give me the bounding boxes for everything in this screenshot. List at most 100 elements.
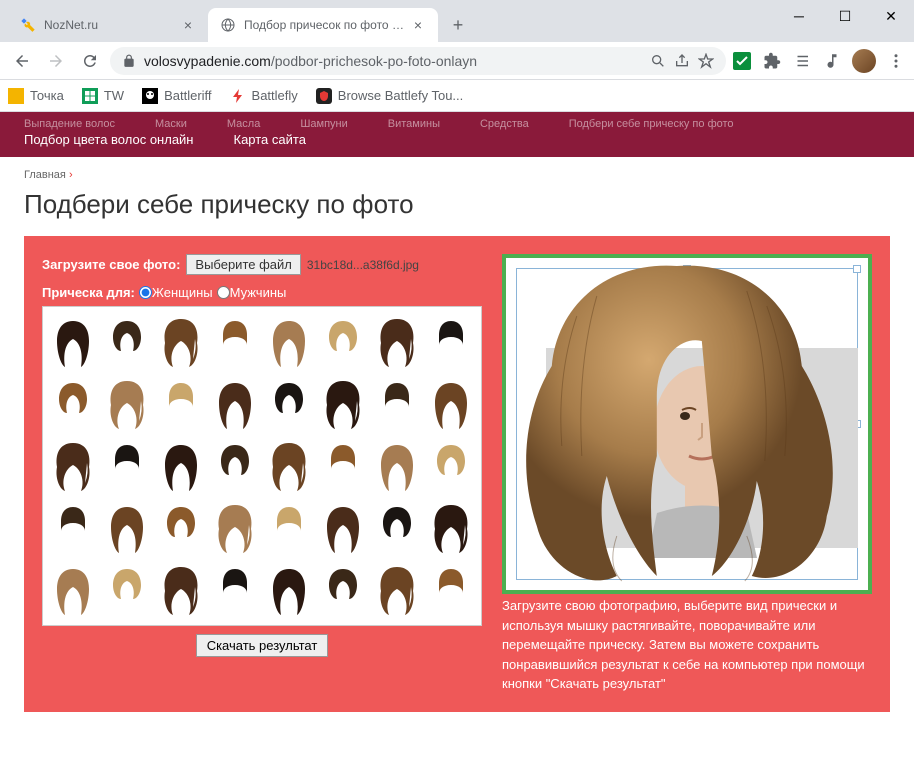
hairstyle-thumb[interactable] xyxy=(373,437,421,495)
menu-icon[interactable] xyxy=(886,51,906,71)
page-content: Выпадение волос Маски Масла Шампуни Вита… xyxy=(0,112,914,774)
hairstyle-thumb[interactable] xyxy=(49,499,97,557)
minimize-button[interactable]: ─ xyxy=(776,0,822,32)
hairstyle-thumb[interactable] xyxy=(103,623,151,626)
music-icon[interactable] xyxy=(822,51,842,71)
hairstyle-thumb[interactable] xyxy=(49,437,97,495)
hairstyle-thumb[interactable] xyxy=(265,313,313,371)
hairstyle-thumb[interactable] xyxy=(211,375,259,433)
hairstyle-thumb[interactable] xyxy=(157,437,205,495)
radio-male[interactable]: Мужчины xyxy=(217,285,287,300)
nav-item[interactable]: Подбор цвета волос онлайн xyxy=(24,132,194,147)
hairstyle-thumb[interactable] xyxy=(157,375,205,433)
new-tab-button[interactable]: + xyxy=(444,11,472,39)
puzzle-icon[interactable] xyxy=(762,51,782,71)
close-button[interactable]: ✕ xyxy=(868,0,914,32)
hairstyle-thumb[interactable] xyxy=(265,375,313,433)
hairstyle-thumb[interactable] xyxy=(265,623,313,626)
bookmark-battlefy-tour[interactable]: Browse Battlefy Tou... xyxy=(316,88,464,104)
site-nav: Выпадение волос Маски Масла Шампуни Вита… xyxy=(0,112,914,157)
hairstyle-thumb[interactable] xyxy=(319,375,367,433)
hairstyle-thumb[interactable] xyxy=(373,499,421,557)
bookmark-battleriff[interactable]: Battleriff xyxy=(142,88,211,104)
profile-avatar[interactable] xyxy=(852,49,876,73)
forward-button[interactable] xyxy=(42,47,70,75)
hairstyle-thumb[interactable] xyxy=(103,313,151,371)
lock-icon xyxy=(122,54,136,68)
hair-overlay[interactable] xyxy=(507,256,847,594)
hairstyle-thumb[interactable] xyxy=(157,313,205,371)
hairstyle-thumb[interactable] xyxy=(265,561,313,619)
hairstyle-thumb[interactable] xyxy=(373,623,421,626)
hairstyle-thumb[interactable] xyxy=(49,375,97,433)
url-input[interactable]: volosvypadenie.com/podbor-prichesok-po-f… xyxy=(110,47,726,75)
hairstyle-thumb[interactable] xyxy=(103,375,151,433)
hairstyle-thumb[interactable] xyxy=(211,313,259,371)
maximize-button[interactable]: ☐ xyxy=(822,0,868,32)
reload-button[interactable] xyxy=(76,47,104,75)
search-icon[interactable] xyxy=(650,53,666,69)
nav-item[interactable]: Витамины xyxy=(388,118,440,130)
hairstyle-thumb[interactable] xyxy=(373,313,421,371)
nav-item[interactable]: Выпадение волос xyxy=(24,118,115,130)
hairstyle-grid[interactable] xyxy=(42,306,482,626)
radio-female[interactable]: Женщины xyxy=(139,285,213,300)
bookmark-battlefly[interactable]: Battlefly xyxy=(230,88,298,104)
hairstyle-thumb[interactable] xyxy=(157,623,205,626)
hairstyle-thumb[interactable] xyxy=(211,499,259,557)
ext-check-icon[interactable] xyxy=(732,51,752,71)
hairstyle-thumb[interactable] xyxy=(427,623,475,626)
tab-noznet[interactable]: NozNet.ru × xyxy=(8,8,208,42)
close-icon[interactable]: × xyxy=(180,17,196,33)
hairstyle-thumb[interactable] xyxy=(157,499,205,557)
hairstyle-thumb[interactable] xyxy=(49,561,97,619)
hairstyle-thumb[interactable] xyxy=(319,623,367,626)
upload-label: Загрузите свое фото: xyxy=(42,257,180,272)
nav-item[interactable]: Маски xyxy=(155,118,187,130)
back-button[interactable] xyxy=(8,47,36,75)
nav-item[interactable]: Шампуни xyxy=(300,118,347,130)
share-icon[interactable] xyxy=(674,53,690,69)
nav-item[interactable]: Масла xyxy=(227,118,260,130)
list-icon[interactable] xyxy=(792,51,812,71)
square-icon xyxy=(8,88,24,104)
choose-file-button[interactable]: Выберите файл xyxy=(186,254,300,275)
preview-box[interactable] xyxy=(502,254,872,594)
hairstyle-thumb[interactable] xyxy=(103,561,151,619)
hairstyle-thumb[interactable] xyxy=(265,499,313,557)
nav-item[interactable]: Подбери себе прическу по фото xyxy=(569,118,734,130)
hairstyle-thumb[interactable] xyxy=(427,561,475,619)
lightning-icon xyxy=(230,88,246,104)
hairstyle-thumb[interactable] xyxy=(49,313,97,371)
hairstyle-thumb[interactable] xyxy=(373,561,421,619)
download-button[interactable]: Скачать результат xyxy=(196,634,329,657)
nav-item[interactable]: Средства xyxy=(480,118,529,130)
hairstyle-thumb[interactable] xyxy=(319,437,367,495)
bookmark-tw[interactable]: TW xyxy=(82,88,124,104)
hairstyle-thumb[interactable] xyxy=(373,375,421,433)
hairstyle-thumb[interactable] xyxy=(211,623,259,626)
tab-title: Подбор причесок по фото онла xyxy=(244,18,406,32)
hairstyle-thumb[interactable] xyxy=(319,561,367,619)
bookmark-tochka[interactable]: Точка xyxy=(8,88,64,104)
nav-item[interactable]: Карта сайта xyxy=(234,132,306,147)
breadcrumb-home[interactable]: Главная xyxy=(24,169,66,181)
hairstyle-thumb[interactable] xyxy=(157,561,205,619)
hairstyle-thumb[interactable] xyxy=(265,437,313,495)
close-icon[interactable]: × xyxy=(410,17,426,33)
hairstyle-thumb[interactable] xyxy=(427,437,475,495)
browser-titlebar: NozNet.ru × Подбор причесок по фото онла… xyxy=(0,0,914,42)
hairstyle-thumb[interactable] xyxy=(319,313,367,371)
hairstyle-thumb[interactable] xyxy=(211,561,259,619)
hairstyle-thumb[interactable] xyxy=(103,437,151,495)
hairstyle-thumb[interactable] xyxy=(427,313,475,371)
hairstyle-thumb[interactable] xyxy=(427,375,475,433)
hairstyle-thumb[interactable] xyxy=(211,437,259,495)
hairstyle-thumb[interactable] xyxy=(427,499,475,557)
hairstyle-thumb[interactable] xyxy=(103,499,151,557)
hairstyle-thumb[interactable] xyxy=(49,623,97,626)
gender-row: Прическа для: Женщины Мужчины xyxy=(42,285,482,300)
tab-active[interactable]: Подбор причесок по фото онла × xyxy=(208,8,438,42)
star-icon[interactable] xyxy=(698,53,714,69)
hairstyle-thumb[interactable] xyxy=(319,499,367,557)
